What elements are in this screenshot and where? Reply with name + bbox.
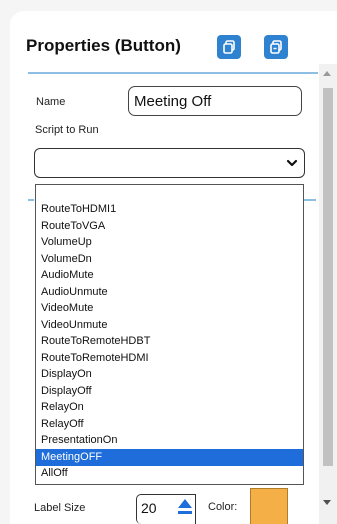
title-divider	[28, 72, 318, 74]
label-size-label: Label Size	[34, 502, 86, 514]
dropdown-option[interactable]: RouteToRemoteHDBT	[36, 333, 303, 350]
dropdown-option[interactable]: VolumeDn	[36, 251, 303, 268]
dropdown-option[interactable]: DisplayOn	[36, 366, 303, 383]
dropdown-option[interactable]: AllOff	[36, 465, 303, 482]
name-input[interactable]	[128, 86, 302, 116]
panel-scrollbar[interactable]	[319, 64, 337, 524]
spin-up-icon[interactable]	[178, 499, 192, 508]
dropdown-option[interactable]: PresentationOn	[36, 432, 303, 449]
section-divider	[304, 199, 316, 201]
script-dropdown-list[interactable]: RouteToHDMI1 RouteToVGA VolumeUp VolumeD…	[35, 184, 304, 485]
copy-icon	[223, 40, 235, 54]
copy-button[interactable]	[217, 35, 241, 59]
dropdown-option[interactable]: RouteToHDMI1	[36, 201, 303, 218]
script-select[interactable]	[34, 148, 305, 178]
spin-divider	[178, 511, 192, 514]
scroll-thumb[interactable]	[323, 88, 333, 466]
panel-title: Properties (Button)	[26, 36, 181, 55]
dropdown-option[interactable]: VideoUnmute	[36, 317, 303, 334]
label-size-input[interactable]: 20	[136, 494, 196, 524]
dropdown-option[interactable]: DisplayOff	[36, 383, 303, 400]
color-label: Color:	[208, 501, 238, 513]
scroll-up-icon[interactable]	[323, 71, 331, 76]
scroll-down-icon[interactable]	[323, 500, 331, 505]
script-label: Script to Run	[35, 124, 99, 136]
dropdown-option[interactable]: VolumeUp	[36, 234, 303, 251]
dropdown-option-selected[interactable]: MeetingOFF	[36, 449, 303, 466]
color-swatch[interactable]	[250, 488, 288, 524]
dropdown-option[interactable]: AudioMute	[36, 267, 303, 284]
name-label: Name	[36, 96, 66, 108]
dropdown-option[interactable]: RouteToVGA	[36, 218, 303, 235]
dropdown-option[interactable]: RelayOn	[36, 399, 303, 416]
dropdown-option[interactable]: RouteToRemoteHDMI	[36, 350, 303, 367]
dropdown-option[interactable]: AudioUnmute	[36, 284, 303, 301]
chevron-down-icon	[286, 159, 298, 167]
section-divider	[28, 199, 34, 201]
label-size-value: 20	[141, 500, 157, 516]
dropdown-option[interactable]: RelayOff	[36, 416, 303, 433]
dropdown-option[interactable]: VideoMute	[36, 300, 303, 317]
paste-button[interactable]	[264, 35, 288, 59]
paste-icon	[270, 40, 282, 54]
